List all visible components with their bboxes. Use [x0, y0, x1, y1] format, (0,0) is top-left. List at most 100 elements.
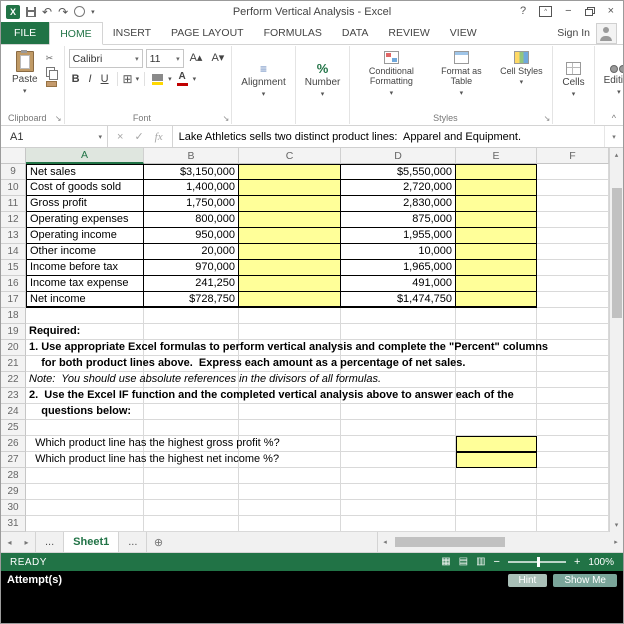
row-header-13[interactable]: 13 [1, 228, 26, 244]
cell-B29[interactable] [144, 484, 239, 500]
cell-C17[interactable] [239, 292, 341, 308]
cell-E17[interactable] [456, 292, 537, 308]
cell-C28[interactable] [239, 468, 341, 484]
cell-F21[interactable] [537, 356, 609, 372]
cell-A11[interactable]: Gross profit [26, 196, 144, 212]
page-layout-view-icon[interactable]: ▤ [459, 557, 468, 567]
conditional-formatting-button[interactable]: Conditional Formatting ▾ [354, 49, 428, 99]
cell-E31[interactable] [456, 516, 537, 532]
cell-F26[interactable] [537, 436, 609, 452]
cell-A10[interactable]: Cost of goods sold [26, 180, 144, 196]
cell-D30[interactable] [341, 500, 456, 516]
cell-B17[interactable]: $728,750 [144, 292, 239, 308]
expand-formula-bar-icon[interactable]: ▾ [604, 126, 623, 147]
cell-F14[interactable] [537, 244, 609, 260]
clipboard-dialog-launcher-icon[interactable]: ↘ [55, 115, 62, 123]
cell-A26[interactable]: Which product line has the highest gross… [26, 436, 280, 452]
name-box[interactable]: A1 ▾ [1, 126, 108, 147]
cell-A25[interactable] [26, 420, 144, 436]
zoom-slider-thumb[interactable] [536, 557, 540, 567]
cell-C18[interactable] [239, 308, 341, 324]
cell-C9[interactable] [239, 164, 341, 180]
styles-dialog-launcher-icon[interactable]: ↘ [544, 115, 551, 123]
tab-view[interactable]: VIEW [440, 22, 487, 44]
cell-E9[interactable] [456, 164, 537, 180]
fill-color-button[interactable] [150, 73, 165, 85]
row-header-26[interactable]: 26 [1, 436, 26, 452]
cell-B18[interactable] [144, 308, 239, 324]
cell-A14[interactable]: Other income [26, 244, 144, 260]
row-header-23[interactable]: 23 [1, 388, 26, 404]
cell-C19[interactable] [239, 324, 341, 340]
row-header-12[interactable]: 12 [1, 212, 26, 228]
cell-E16[interactable] [456, 276, 537, 292]
paste-button[interactable]: Paste ▾ [7, 49, 43, 97]
horizontal-scrollbar[interactable]: ◂ ▸ [377, 532, 623, 552]
cell-E15[interactable] [456, 260, 537, 276]
row-header-11[interactable]: 11 [1, 196, 26, 212]
cell-D29[interactable] [341, 484, 456, 500]
insert-function-icon[interactable]: fx [155, 131, 163, 143]
fill-color-dropdown-icon[interactable]: ▾ [168, 75, 172, 83]
tab-data[interactable]: DATA [332, 22, 378, 44]
cell-D18[interactable] [341, 308, 456, 324]
cell-C16[interactable] [239, 276, 341, 292]
row-header-21[interactable]: 21 [1, 356, 26, 372]
row-header-31[interactable]: 31 [1, 516, 26, 532]
cell-C31[interactable] [239, 516, 341, 532]
row-header-15[interactable]: 15 [1, 260, 26, 276]
format-painter-icon[interactable] [45, 81, 57, 87]
page-break-view-icon[interactable]: ▥ [476, 557, 485, 567]
bold-button[interactable]: B [69, 73, 83, 85]
cell-D16[interactable]: 491,000 [341, 276, 456, 292]
row-header-14[interactable]: 14 [1, 244, 26, 260]
cell-C14[interactable] [239, 244, 341, 260]
cell-styles-button[interactable]: Cell Styles ▾ [494, 49, 548, 99]
row-header-24[interactable]: 24 [1, 404, 26, 420]
cell-F30[interactable] [537, 500, 609, 516]
collapse-ribbon-icon[interactable]: ^ [612, 113, 616, 123]
row-header-10[interactable]: 10 [1, 180, 26, 196]
row-header-17[interactable]: 17 [1, 292, 26, 308]
tab-file[interactable]: FILE [1, 22, 50, 44]
user-avatar[interactable] [596, 22, 617, 44]
formula-content[interactable]: Lake Athletics sells two distinct produc… [173, 126, 604, 147]
scroll-right-icon[interactable]: ▸ [609, 532, 623, 552]
zoom-in-icon[interactable]: + [574, 556, 580, 568]
cell-F11[interactable] [537, 196, 609, 212]
cell-B10[interactable]: 1,400,000 [144, 180, 239, 196]
cell-C13[interactable] [239, 228, 341, 244]
paste-dropdown-icon[interactable]: ▾ [23, 87, 27, 95]
column-header-F[interactable]: F [537, 148, 609, 164]
cell-E13[interactable] [456, 228, 537, 244]
cell-E11[interactable] [456, 196, 537, 212]
tab-review[interactable]: REVIEW [378, 22, 439, 44]
cell-B15[interactable]: 970,000 [144, 260, 239, 276]
undo-icon[interactable]: ↶ [42, 6, 52, 18]
tab-page-layout[interactable]: PAGE LAYOUT [161, 22, 254, 44]
save-icon[interactable] [26, 6, 36, 17]
hidden-sheets-left[interactable]: ... [35, 532, 65, 552]
cell-F9[interactable] [537, 164, 609, 180]
cell-A21[interactable]: for both product lines above. Express ea… [26, 356, 465, 372]
cell-F12[interactable] [537, 212, 609, 228]
copy-icon[interactable] [45, 67, 58, 80]
cell-A16[interactable]: Income tax expense [26, 276, 144, 292]
cell-B16[interactable]: 241,250 [144, 276, 239, 292]
cell-F29[interactable] [537, 484, 609, 500]
cell-F10[interactable] [537, 180, 609, 196]
cell-C12[interactable] [239, 212, 341, 228]
tab-formulas[interactable]: FORMULAS [254, 22, 332, 44]
cell-A28[interactable] [26, 468, 144, 484]
cell-D26[interactable] [341, 436, 456, 452]
enter-icon[interactable]: ✓ [134, 130, 143, 143]
cell-B13[interactable]: 950,000 [144, 228, 239, 244]
cells-button[interactable]: Cells ▾ [557, 60, 589, 100]
cell-D15[interactable]: 1,965,000 [341, 260, 456, 276]
cell-A9[interactable]: Net sales [26, 164, 144, 180]
font-name-select[interactable]: Calibri ▾ [68, 49, 143, 68]
cell-E28[interactable] [456, 468, 537, 484]
cell-F24[interactable] [537, 404, 609, 420]
cell-E29[interactable] [456, 484, 537, 500]
vertical-scrollbar[interactable]: ▴ ▾ [609, 148, 623, 532]
